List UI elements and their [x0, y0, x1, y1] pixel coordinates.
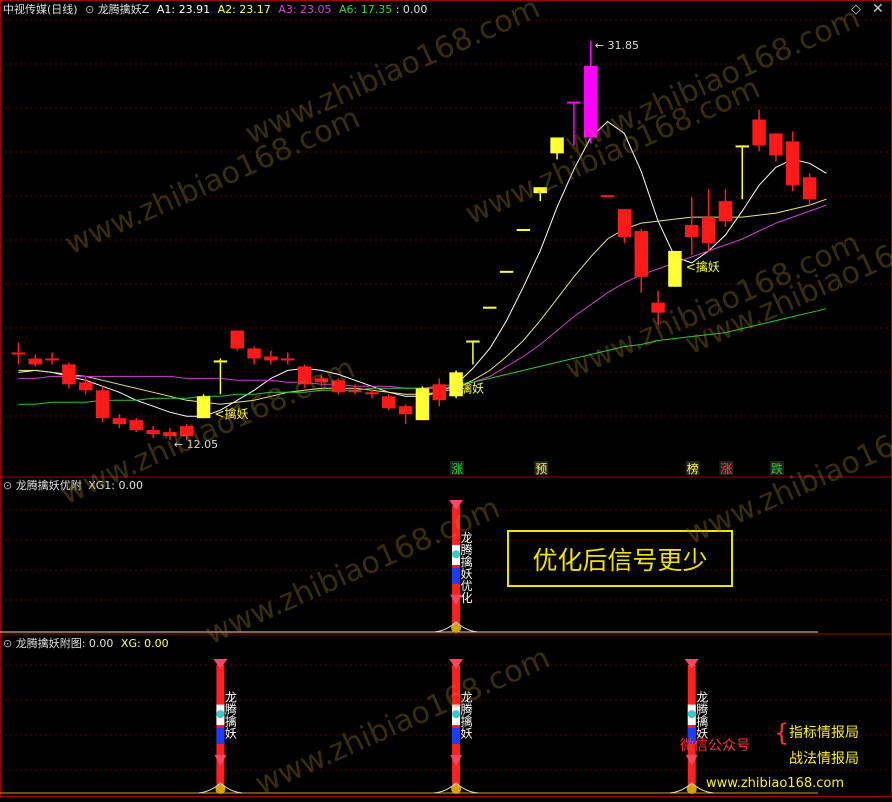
marker-涨: 涨: [720, 461, 732, 476]
signal-diamond-icon: [684, 659, 699, 669]
candle-body: [112, 418, 127, 425]
candle-body: [685, 225, 699, 237]
candle-body: [735, 145, 749, 148]
panel2-dropdown-icon[interactable]: ⊙: [3, 479, 12, 492]
candle-body: [348, 390, 362, 393]
candle-body: [213, 360, 228, 363]
signal-diamond-icon: [685, 754, 698, 766]
brace-icon: {: [774, 719, 790, 747]
candle-body: [516, 229, 531, 232]
candle-body: [247, 348, 261, 359]
extra-value: : 0.00: [395, 3, 428, 16]
a2-value: A2: 23.17: [217, 3, 271, 16]
candle-body: [701, 217, 716, 243]
stock-name: 中视传媒: [3, 3, 47, 16]
candle-body: [281, 358, 295, 361]
indicator-name: 龙腾擒妖Z: [97, 3, 150, 16]
candle-body: [28, 358, 42, 365]
candle-body: [567, 101, 581, 104]
promo-line1: 指标情报局: [789, 725, 859, 741]
promo-line2: 战法情报局: [789, 751, 859, 767]
chart-stage: ← 31.85 ← 12.05 <擒妖 <擒妖 <擒妖涨预榜涨跌龙腾擒妖优化 龙腾擒妖 龙腾…: [0, 0, 892, 802]
panel3-dropdown-icon[interactable]: ⊙: [3, 637, 12, 650]
candle-body: [382, 396, 396, 409]
marker-预: 预: [535, 462, 547, 476]
high-price-label: ← 31.85: [595, 39, 639, 52]
a3-value: A3: 23.05: [278, 3, 332, 16]
signal-label-qinyao: <擒妖: [686, 259, 720, 274]
promo-wechat: 微信公众号: [680, 738, 750, 754]
a1-value: A1: 23.91: [156, 3, 211, 16]
close-icon[interactable]: ✕: [872, 1, 884, 17]
candle-body: [617, 209, 632, 237]
candle-body: [550, 137, 564, 154]
signal-label-qinyao: <擒妖: [450, 380, 484, 395]
signal-diamond-icon: [214, 754, 227, 766]
marker-涨: 涨: [451, 461, 463, 476]
candle-body: [365, 392, 379, 395]
indicator-dropdown-icon[interactable]: ⊙: [85, 3, 94, 16]
signal-diamond-icon: [450, 754, 463, 766]
candle-body: [45, 358, 59, 361]
candle-body: [79, 382, 93, 391]
panel3-value1: : 0.00: [81, 637, 114, 650]
a6-value: A6: 17.35: [339, 3, 393, 16]
main-chart-header: 中视传媒(日线) ⊙ 龙腾擒妖Z A1: 23.91 A2: 23.17 A3:…: [3, 3, 427, 17]
candle-body: [398, 406, 413, 415]
candle-body: [802, 177, 817, 200]
promo-url: www.zhibiao168.com: [706, 776, 845, 791]
panel3-value2: XG: 0.00: [120, 637, 169, 650]
candle-body: [230, 330, 244, 349]
signal-vertical-text: 龙腾擒妖: [695, 691, 709, 740]
signal-diamond-icon: [449, 659, 464, 669]
marker-榜: 榜: [687, 461, 699, 476]
candle-body: [11, 352, 26, 355]
signal-vertical-text: 龙腾擒妖: [223, 691, 237, 740]
candle-body: [483, 306, 497, 309]
candle-body: [466, 340, 480, 343]
candle-body: [62, 364, 76, 385]
candle-body: [769, 133, 783, 156]
candle-body: [95, 390, 110, 419]
candle-body: [129, 420, 143, 431]
candle-body: [264, 356, 278, 361]
candle-body: [600, 195, 615, 198]
panel3-title: 龙腾擒妖附图: [15, 637, 82, 650]
main-chart-svg: ← 31.85← 12.05<擒妖<擒妖<擒妖涨预榜涨跌龙腾擒妖优化龙腾擒妖 龙腾…: [0, 0, 892, 797]
panel3-header: ⊙ 龙腾擒妖附图: 0.00 XG: 0.00: [3, 637, 169, 651]
candle-body: [786, 141, 800, 186]
candle-body: [415, 388, 430, 421]
candle-body: [718, 201, 733, 222]
period: (日线): [47, 3, 78, 16]
candle-body: [432, 384, 446, 401]
candle-body: [499, 270, 514, 273]
candle-body: [634, 231, 648, 277]
candle-body: [752, 119, 766, 146]
candle-body: [668, 250, 682, 287]
signal-diamond-icon: [213, 659, 228, 669]
